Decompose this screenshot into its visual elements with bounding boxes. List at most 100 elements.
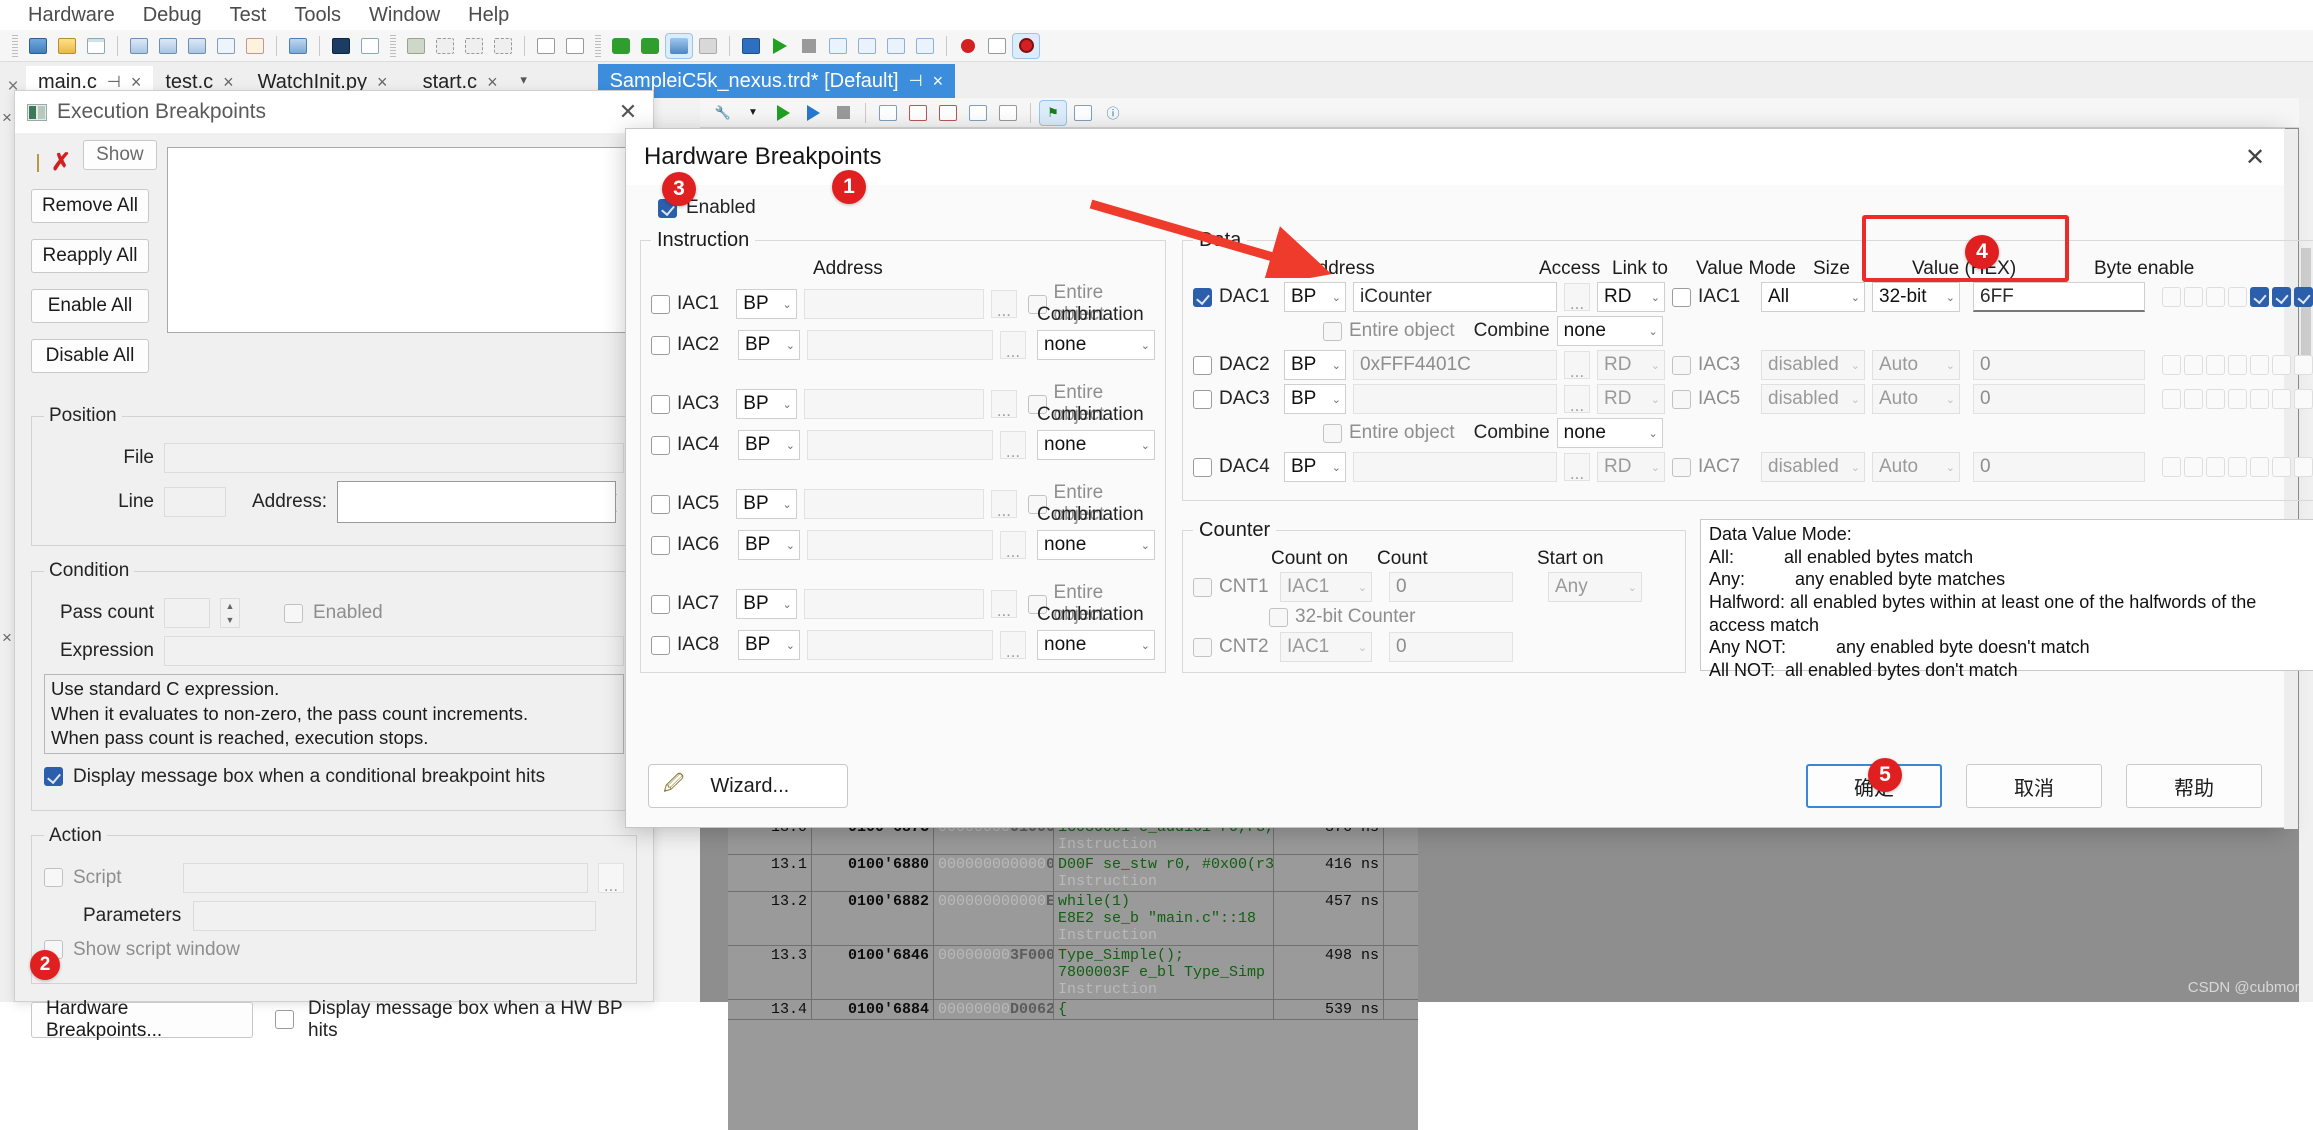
iac5-type-select[interactable]: BP ⌄	[736, 489, 797, 519]
dac34-entire-object-checkbox[interactable]	[1323, 423, 1342, 443]
dac3-byte-5[interactable]	[2272, 389, 2291, 409]
menu-item-test[interactable]: Test	[216, 0, 281, 30]
diamond-green-icon[interactable]	[608, 34, 634, 58]
dac1-address-field[interactable]: iCounter	[1353, 282, 1557, 312]
table-row[interactable]: 13.20100'6882000000000000E2E8while(1)E8E…	[728, 892, 1418, 946]
toolbar-grip[interactable]	[12, 34, 18, 57]
dac1-valuemode-select[interactable]: All ⌄	[1761, 282, 1865, 312]
dac1-byte-0[interactable]	[2162, 287, 2181, 307]
dac34-combine-select[interactable]: none ⌄	[1556, 418, 1663, 448]
iac7-type-select[interactable]: BP ⌄	[736, 589, 797, 619]
iac2-address-field[interactable]	[807, 330, 993, 360]
dac4-value-field[interactable]: 0	[1973, 452, 2145, 482]
address-field[interactable]	[336, 481, 616, 523]
dac4-access-select[interactable]: RD ⌄	[1597, 452, 1665, 482]
menu-item-tools[interactable]: Tools	[280, 0, 355, 30]
play-green-icon[interactable]	[770, 101, 796, 125]
script-icon[interactable]	[357, 34, 383, 58]
breakpoint-icon[interactable]	[955, 34, 981, 58]
trace-save-icon[interactable]	[875, 101, 901, 125]
delete-breakpoint-icon[interactable]: ✗	[51, 151, 71, 175]
trace-list-icon[interactable]	[995, 101, 1021, 125]
step-in-line-icon[interactable]	[883, 34, 909, 58]
dac4-size-select[interactable]: Auto ⌄	[1872, 452, 1960, 482]
stack-icon[interactable]	[403, 34, 429, 58]
dac1-byte-6[interactable]	[2294, 287, 2313, 307]
dac1-byte-1[interactable]	[2184, 287, 2203, 307]
dac2-byte-0[interactable]	[2162, 355, 2181, 375]
dac2-link-checkbox[interactable]	[1672, 355, 1691, 375]
iac4-combination-select[interactable]: none ⌄	[1037, 430, 1155, 460]
register-icon[interactable]	[461, 34, 487, 58]
toolbar-grip-2[interactable]	[390, 34, 396, 57]
dac4-type-select[interactable]: BP ⌄	[1284, 452, 1346, 482]
iac7-address-field[interactable]	[803, 589, 985, 619]
window-close-diamond-icon[interactable]	[695, 34, 721, 58]
dac1-link-checkbox[interactable]	[1672, 287, 1691, 307]
iac1-browse-button[interactable]: ...	[991, 290, 1017, 319]
dac2-byte-3[interactable]	[2228, 355, 2247, 375]
menu-item-help[interactable]: Help	[454, 0, 523, 30]
left-dock-close-icon[interactable]: ×	[2, 108, 12, 128]
cnt2-counton-select[interactable]: IAC1 ⌄	[1280, 632, 1372, 662]
menu-item-hardware[interactable]: Hardware	[14, 0, 129, 30]
dac3-link-checkbox[interactable]	[1672, 389, 1691, 409]
iac7-checkbox[interactable]	[651, 594, 670, 614]
dac4-byte-0[interactable]	[2162, 457, 2181, 477]
iac1-type-select[interactable]: BP ⌄	[736, 289, 797, 319]
iac4-address-field[interactable]	[807, 430, 993, 460]
iac5-checkbox[interactable]	[651, 494, 670, 514]
dac3-byte-6[interactable]	[2294, 389, 2313, 409]
find-in-files-icon[interactable]	[25, 34, 51, 58]
edit-list-icon[interactable]	[155, 34, 181, 58]
table-row[interactable]: 13.40100'688400000000D0062118{539 ns	[728, 1000, 1418, 1020]
open-folder-icon[interactable]	[54, 34, 80, 58]
close-icon[interactable]: ✕	[2232, 137, 2278, 177]
data-value-mode-help[interactable]: Data Value Mode: All: all enabled bytes …	[1700, 519, 2313, 680]
dac3-byte-0[interactable]	[2162, 389, 2181, 409]
dac1-byte-4[interactable]	[2250, 287, 2269, 307]
wizard-button[interactable]: 🖉 Wizard...	[648, 764, 848, 808]
stepper-down-icon[interactable]: ▼	[221, 613, 239, 627]
cnt2-checkbox[interactable]	[1193, 637, 1212, 657]
dac3-address-field[interactable]	[1353, 384, 1557, 414]
checklist-icon[interactable]	[533, 34, 559, 58]
dac1-byte-5[interactable]	[2272, 287, 2291, 307]
search-list-icon[interactable]	[184, 34, 210, 58]
menu-item-window[interactable]: Window	[355, 0, 454, 30]
pin-icon[interactable]: ⊣	[107, 72, 121, 92]
dac4-byte-5[interactable]	[2272, 457, 2291, 477]
menu-item-debug[interactable]: Debug	[129, 0, 216, 30]
iac8-browse-button[interactable]: ...	[1000, 631, 1026, 660]
stepper-up-icon[interactable]: ▲	[221, 599, 239, 613]
disable-all-button[interactable]: Disable All	[31, 339, 149, 373]
parameters-field[interactable]	[193, 900, 596, 931]
iac8-address-field[interactable]	[807, 630, 993, 660]
dac3-byte-2[interactable]	[2206, 389, 2225, 409]
stop-icon[interactable]	[796, 34, 822, 58]
flag-icon[interactable]: ⚑	[1039, 99, 1067, 126]
script-field[interactable]	[183, 862, 588, 893]
dac2-byte-1[interactable]	[2184, 355, 2203, 375]
dac4-address-field[interactable]	[1353, 452, 1557, 482]
table-row[interactable]: 13.10100'68800000000000000FD0D00F se_stw…	[728, 855, 1418, 892]
dac1-value-field[interactable]: 6FF	[1973, 282, 2145, 312]
dac3-type-select[interactable]: BP ⌄	[1284, 384, 1346, 414]
cnt2-count-field[interactable]: 0	[1389, 632, 1513, 662]
trace-search-icon[interactable]	[965, 101, 991, 125]
pass-count-field[interactable]	[164, 598, 210, 628]
dac4-byte-1[interactable]	[2184, 457, 2203, 477]
dac3-browse-button[interactable]: ...	[1564, 385, 1590, 414]
dac1-byte-3[interactable]	[2228, 287, 2247, 307]
dac12-entire-object-checkbox[interactable]	[1323, 321, 1342, 341]
breakpoint-list[interactable]	[167, 147, 637, 333]
table-icon[interactable]	[213, 34, 239, 58]
iac2-type-select[interactable]: BP ⌄	[738, 330, 800, 360]
cnt1-count-field[interactable]: 0	[1389, 572, 1513, 602]
dac2-type-select[interactable]: BP ⌄	[1284, 350, 1346, 380]
chevron-down-icon[interactable]: ▼	[740, 101, 766, 125]
iac2-browse-button[interactable]: ...	[1000, 331, 1026, 360]
table-row[interactable]: 13.30100'6846000000003F000078Type_Simple…	[728, 946, 1418, 1000]
dac4-byte-3[interactable]	[2228, 457, 2247, 477]
enable-all-button[interactable]: Enable All	[31, 289, 149, 323]
